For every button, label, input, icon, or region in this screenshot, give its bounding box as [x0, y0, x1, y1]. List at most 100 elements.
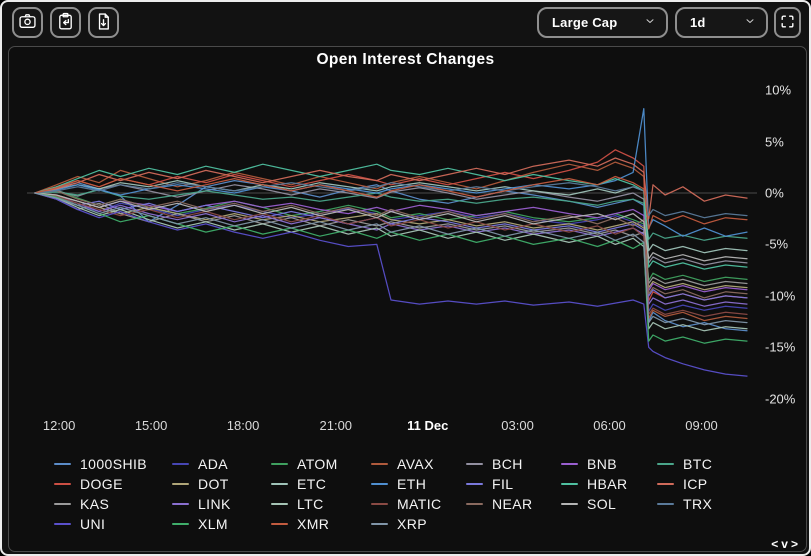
legend-item-dot[interactable]: DOT: [172, 476, 271, 492]
fullscreen-icon: [780, 14, 795, 32]
legend-swatch: [657, 463, 674, 465]
legend-label: ICP: [683, 476, 708, 492]
legend-swatch: [54, 503, 71, 505]
export-file-button[interactable]: [88, 7, 119, 38]
legend-swatch: [371, 463, 388, 465]
legend-label: LTC: [297, 496, 324, 512]
legend-label: 1000SHIB: [80, 456, 147, 472]
legend-label: BNB: [587, 456, 617, 472]
category-select-value: Large Cap: [552, 15, 617, 30]
legend-swatch: [371, 523, 388, 525]
open-interest-widget: Large Cap 1d Open Interest Changes 10% 5%…: [0, 0, 811, 556]
copy-to-clipboard-button[interactable]: [50, 7, 81, 38]
legend-swatch: [657, 483, 674, 485]
legend-next-button[interactable]: >: [791, 537, 799, 551]
legend-label: LINK: [198, 496, 231, 512]
interval-select-value: 1d: [690, 15, 706, 30]
legend-label: TRX: [683, 496, 712, 512]
legend-item-bnb[interactable]: BNB: [561, 456, 657, 472]
legend-label: SOL: [587, 496, 616, 512]
legend-prev-button[interactable]: <: [771, 537, 779, 551]
chart-title: Open Interest Changes: [2, 51, 809, 69]
series-line-trx: [35, 183, 747, 218]
x-tick-label: 12:00: [43, 418, 76, 433]
y-tick-label: -5%: [765, 237, 788, 252]
series-line-uni: [35, 193, 747, 376]
legend-item-etc[interactable]: ETC: [271, 476, 371, 492]
legend-item-ada[interactable]: ADA: [172, 456, 271, 472]
legend-item-eth[interactable]: ETH: [371, 476, 466, 492]
legend-item-xlm[interactable]: XLM: [172, 516, 271, 532]
x-tick-label: 09:00: [685, 418, 718, 433]
plot-area[interactable]: [27, 86, 757, 408]
legend-item-fil[interactable]: FIL: [466, 476, 561, 492]
legend-label: HBAR: [587, 476, 628, 492]
legend-label: FIL: [492, 476, 513, 492]
camera-icon: [18, 12, 37, 34]
legend-label: DOGE: [80, 476, 123, 492]
legend-item-1000shib[interactable]: 1000SHIB: [54, 456, 172, 472]
legend-item-kas[interactable]: KAS: [54, 496, 172, 512]
legend-item-xrp[interactable]: XRP: [371, 516, 466, 532]
legend-label: XRP: [397, 516, 427, 532]
legend-item-ltc[interactable]: LTC: [271, 496, 371, 512]
y-tick-label: 0%: [765, 185, 784, 200]
legend-item-link[interactable]: LINK: [172, 496, 271, 512]
file-download-icon: [94, 12, 113, 34]
legend-swatch: [561, 463, 578, 465]
legend-swatch: [466, 503, 483, 505]
legend-swatch: [466, 483, 483, 485]
series-line-xrp: [35, 193, 747, 325]
plot-svg: [27, 86, 757, 408]
legend-item-near[interactable]: NEAR: [466, 496, 561, 512]
legend-swatch: [657, 503, 674, 505]
screenshot-button[interactable]: [12, 7, 43, 38]
legend-collapse-button[interactable]: v: [781, 537, 789, 551]
legend-swatch: [561, 483, 578, 485]
legend-swatch: [271, 483, 288, 485]
fullscreen-button[interactable]: [774, 7, 801, 38]
legend-item-doge[interactable]: DOGE: [54, 476, 172, 492]
legend-swatch: [561, 503, 578, 505]
legend-item-btc[interactable]: BTC: [657, 456, 752, 472]
legend-item-sol[interactable]: SOL: [561, 496, 657, 512]
legend-item-avax[interactable]: AVAX: [371, 456, 466, 472]
legend-item-xmr[interactable]: XMR: [271, 516, 371, 532]
legend-item-atom[interactable]: ATOM: [271, 456, 371, 472]
legend-label: ADA: [198, 456, 228, 472]
legend-item-bch[interactable]: BCH: [466, 456, 561, 472]
category-select[interactable]: Large Cap: [537, 7, 668, 38]
legend-label: BCH: [492, 456, 523, 472]
legend-item-matic[interactable]: MATIC: [371, 496, 466, 512]
legend-label: KAS: [80, 496, 109, 512]
x-tick-label: 06:00: [593, 418, 626, 433]
legend-swatch: [54, 463, 71, 465]
y-tick-label: -15%: [765, 340, 795, 355]
legend-swatch: [271, 463, 288, 465]
interval-select[interactable]: 1d: [675, 7, 768, 38]
legend-item-hbar[interactable]: HBAR: [561, 476, 657, 492]
legend-item-icp[interactable]: ICP: [657, 476, 752, 492]
legend-item-trx[interactable]: TRX: [657, 496, 752, 512]
legend-nav: < v >: [771, 537, 799, 551]
legend-item-uni[interactable]: UNI: [54, 516, 172, 532]
legend-swatch: [172, 523, 189, 525]
legend-swatch: [54, 523, 71, 525]
legend-label: NEAR: [492, 496, 533, 512]
x-tick-label: 18:00: [227, 418, 260, 433]
legend-label: ETC: [297, 476, 326, 492]
legend-label: BTC: [683, 456, 712, 472]
legend-label: MATIC: [397, 496, 442, 512]
y-tick-label: -10%: [765, 288, 795, 303]
legend-label: UNI: [80, 516, 105, 532]
toolbar: Large Cap 1d: [2, 2, 809, 44]
legend-swatch: [371, 483, 388, 485]
x-tick-label: 15:00: [135, 418, 168, 433]
x-tick-label: 03:00: [501, 418, 534, 433]
series-line-1000shib: [35, 181, 747, 331]
legend-swatch: [54, 483, 71, 485]
legend: 1000SHIB ADA ATOMAVAX BCH BNB BTC DOGE DOT ETC ET…: [54, 454, 766, 534]
legend-label: XMR: [297, 516, 329, 532]
y-tick-label: 10%: [765, 83, 791, 98]
y-tick-label: 5%: [765, 134, 784, 149]
